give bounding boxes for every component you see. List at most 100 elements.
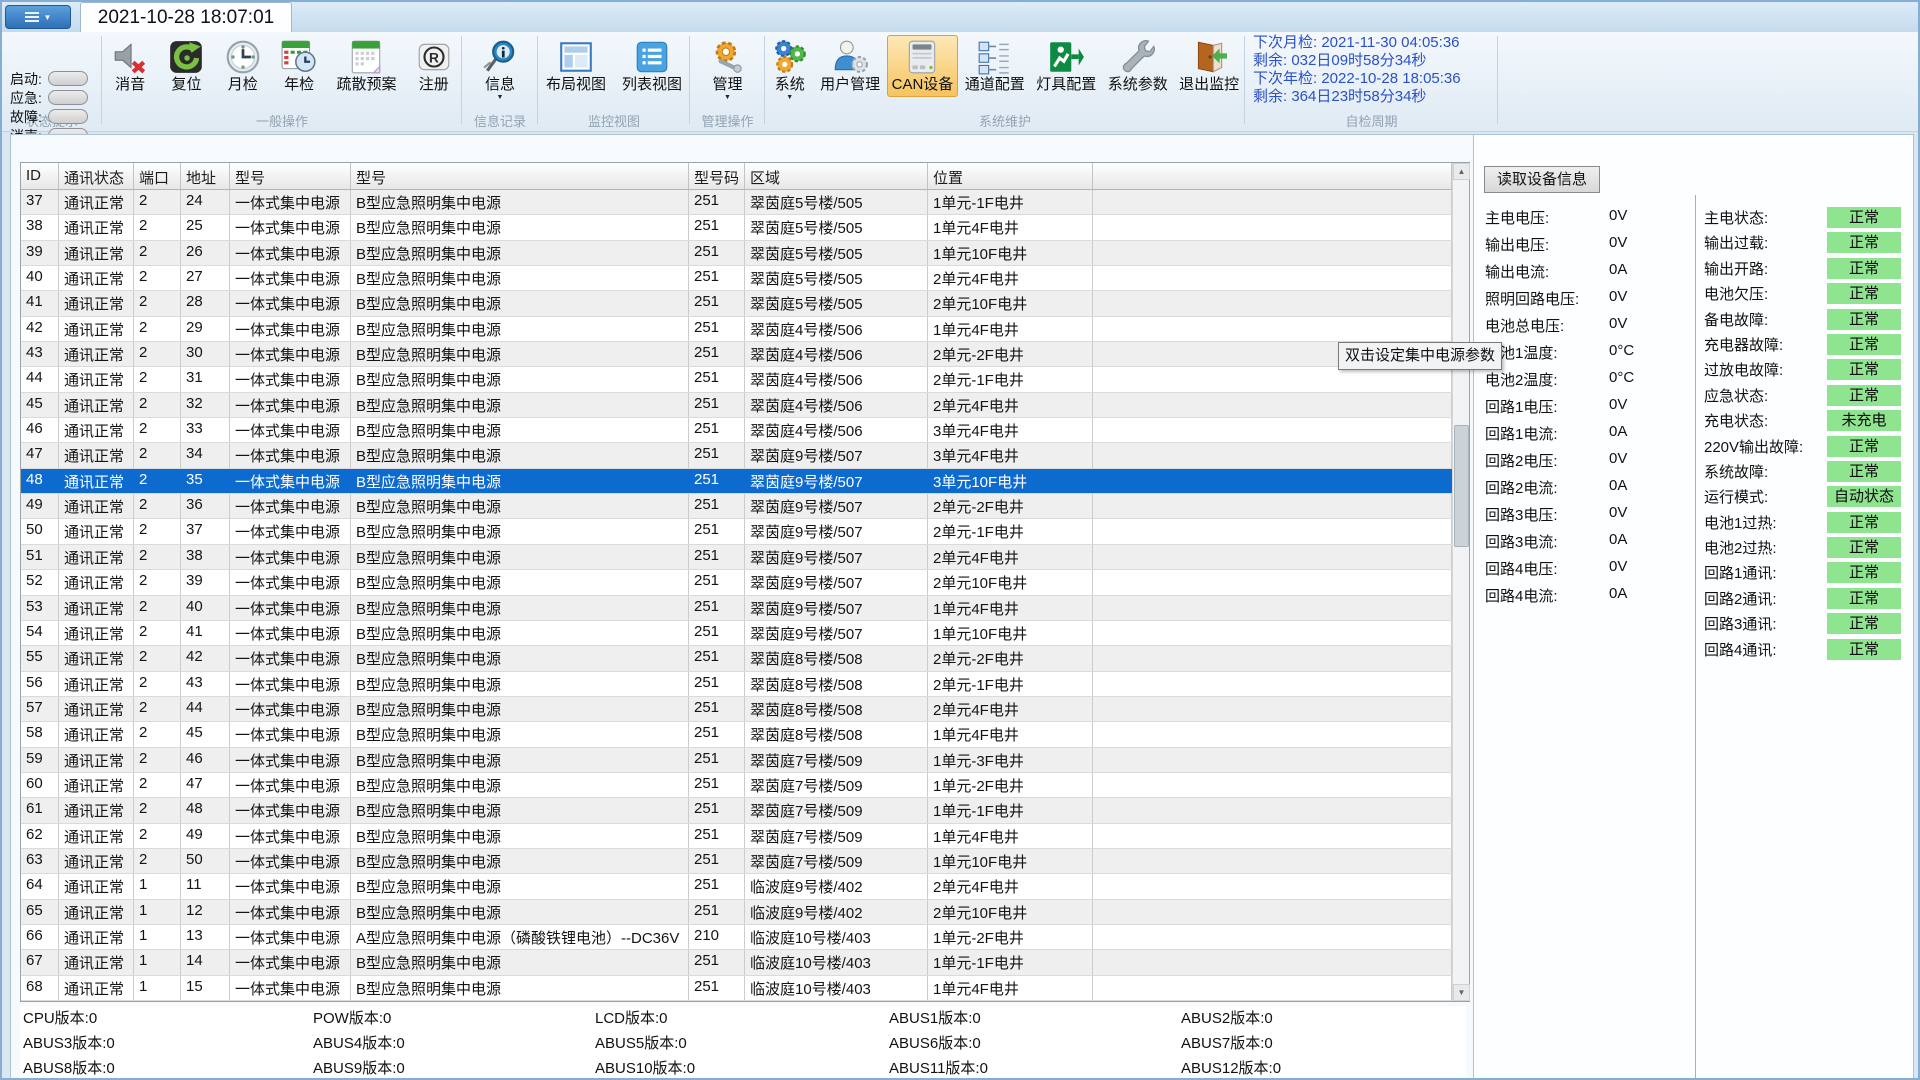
toolbar-button-monthly-check[interactable]: 月检 [219,35,267,97]
metric-value: 0°C [1609,369,1634,396]
cell: 临波庭10号楼/403 [745,976,928,1000]
table-row[interactable]: 45通讯正常232一体式集中电源B型应急照明集中电源251翠茵庭4号楼/5062… [21,393,1452,418]
vertical-scrollbar[interactable]: ▲ ▼ [1452,163,1469,1001]
toolbar-button-evacuation-plan[interactable]: 疏散预案 [331,35,401,97]
table-row[interactable]: 47通讯正常234一体式集中电源B型应急照明集中电源251翠茵庭9号楼/5073… [21,443,1452,468]
table-row[interactable]: 44通讯正常231一体式集中电源B型应急照明集中电源251翠茵庭4号楼/5062… [21,367,1452,392]
cell: 一体式集中电源 [230,596,351,620]
toolbar-button-mute[interactable]: 消音 [106,35,154,97]
cell: 通讯正常 [59,291,134,315]
table-row[interactable]: 56通讯正常243一体式集中电源B型应急照明集中电源251翠茵庭8号楼/5082… [21,672,1452,697]
table-row[interactable]: 66通讯正常113一体式集中电源A型应急照明集中电源（磷酸铁锂电池）--DC36… [21,925,1452,950]
table-row[interactable]: 46通讯正常233一体式集中电源B型应急照明集中电源251翠茵庭4号楼/5063… [21,418,1452,443]
toolbar-button-channel-config[interactable]: 通道配置 [960,35,1030,97]
table-row[interactable]: 55通讯正常242一体式集中电源B型应急照明集中电源251翠茵庭8号楼/5082… [21,646,1452,671]
cell: 2 [134,545,181,569]
status-badge: 正常 [1827,537,1901,558]
toolbar-button-register[interactable]: R注册 [410,35,458,97]
toolbar-button-label: 信息 [485,76,515,94]
cell: 37 [181,519,230,543]
scroll-down-arrow-icon[interactable]: ▼ [1453,984,1470,1001]
cell: 2 [134,291,181,315]
cell: 45 [181,722,230,746]
table-row[interactable]: 65通讯正常112一体式集中电源B型应急照明集中电源251临波庭9号楼/4022… [21,900,1452,925]
cell: 翠茵庭5号楼/505 [745,215,928,239]
table-row[interactable]: 61通讯正常248一体式集中电源B型应急照明集中电源251翠茵庭7号楼/5091… [21,798,1452,823]
toolbar-button-manage[interactable]: 管理▼ [704,35,752,105]
toolbar-button-list-view[interactable]: 列表视图 [617,35,687,97]
toolbar-button-label: 通道配置 [965,76,1025,94]
cell: 一体式集中电源 [230,190,351,214]
table-row[interactable]: 39通讯正常226一体式集中电源B型应急照明集中电源251翠茵庭5号楼/5051… [21,241,1452,266]
metric-row: 回路3电流:0A [1485,531,1690,558]
toolbar-button-user-manage[interactable]: 用户管理 [815,35,885,97]
table-row[interactable]: 41通讯正常228一体式集中电源B型应急照明集中电源251翠茵庭5号楼/5052… [21,291,1452,316]
toolbar-button-label: 复位 [171,76,201,94]
cell: 65 [21,900,59,924]
scrollbar-thumb[interactable] [1454,425,1469,547]
cell: B型应急照明集中电源 [351,976,689,1000]
toolbar-button-can-device[interactable]: CAN设备 [887,35,959,97]
table-row[interactable]: 50通讯正常237一体式集中电源B型应急照明集中电源251翠茵庭9号楼/5072… [21,519,1452,544]
metric-row: 主电电压:0V [1485,207,1690,234]
toolbar-button-layout-view[interactable]: 布局视图 [541,35,611,97]
group-label: 一般操作 [102,111,462,130]
table-row[interactable]: 53通讯正常240一体式集中电源B型应急照明集中电源251翠茵庭9号楼/5071… [21,596,1452,621]
cell: 2 [134,621,181,645]
table-row[interactable]: 54通讯正常241一体式集中电源B型应急照明集中电源251翠茵庭9号楼/5071… [21,621,1452,646]
toolbar-button-info[interactable]: 信息▼ [476,35,524,105]
table-row[interactable]: 49通讯正常236一体式集中电源B型应急照明集中电源251翠茵庭9号楼/5072… [21,494,1452,519]
table-row[interactable]: 43通讯正常230一体式集中电源B型应急照明集中电源251翠茵庭4号楼/5062… [21,342,1452,367]
table-row[interactable]: 68通讯正常115一体式集中电源B型应急照明集中电源251临波庭10号楼/403… [21,976,1452,1001]
cell: 2 [134,443,181,467]
table-row[interactable]: 62通讯正常249一体式集中电源B型应急照明集中电源251翠茵庭7号楼/5091… [21,824,1452,849]
toolbar-button-yearly-check[interactable]: 年检 [275,35,323,97]
cell: 一体式集中电源 [230,519,351,543]
toolbar-button-lamp-config[interactable]: 灯具配置 [1031,35,1101,97]
cell: 2单元4F电井 [928,874,1093,898]
app-menu-button[interactable]: ▼ [5,5,71,29]
window-title-tab[interactable]: 2021-10-28 18:07:01 [80,2,292,32]
table-row[interactable]: 67通讯正常114一体式集中电源B型应急照明集中电源251临波庭10号楼/403… [21,950,1452,975]
table-row[interactable]: 57通讯正常244一体式集中电源B型应急照明集中电源251翠茵庭8号楼/5082… [21,697,1452,722]
cell: 251 [689,418,745,442]
read-device-info-button[interactable]: 读取设备信息 [1484,166,1600,193]
cell: 1单元4F电井 [928,722,1093,746]
exit-monitor-icon [1190,38,1228,76]
cell-filler [1093,570,1452,594]
table-row[interactable]: 51通讯正常238一体式集中电源B型应急照明集中电源251翠茵庭9号楼/5072… [21,545,1452,570]
toolbar-button-system[interactable]: 系统▼ [766,35,814,105]
table-row[interactable]: 38通讯正常225一体式集中电源B型应急照明集中电源251翠茵庭5号楼/5051… [21,215,1452,240]
table-row[interactable]: 48通讯正常235一体式集中电源B型应急照明集中电源251翠茵庭9号楼/5073… [21,469,1452,494]
lamp-config-icon [1047,38,1085,76]
cell: 43 [181,672,230,696]
table-row[interactable]: 59通讯正常246一体式集中电源B型应急照明集中电源251翠茵庭7号楼/5091… [21,748,1452,773]
status-label: 过放电故障: [1704,362,1783,379]
toolbar-button-reset[interactable]: 复位 [162,35,210,97]
table-row[interactable]: 52通讯正常239一体式集中电源B型应急照明集中电源251翠茵庭9号楼/5072… [21,570,1452,595]
table-row[interactable]: 64通讯正常111一体式集中电源B型应急照明集中电源251临波庭9号楼/4022… [21,874,1452,899]
cell: 翠茵庭4号楼/506 [745,342,928,366]
table-row[interactable]: 42通讯正常229一体式集中电源B型应急照明集中电源251翠茵庭4号楼/5061… [21,317,1452,342]
toolbar-button-exit-monitor[interactable]: 退出监控 [1174,35,1244,97]
table-row[interactable]: 60通讯正常247一体式集中电源B型应急照明集中电源251翠茵庭7号楼/5091… [21,773,1452,798]
table-row[interactable]: 37通讯正常224一体式集中电源B型应急照明集中电源251翠茵庭5号楼/5051… [21,190,1452,215]
table-row[interactable]: 40通讯正常227一体式集中电源B型应急照明集中电源251翠茵庭5号楼/5052… [21,266,1452,291]
toolbar-button-label: CAN设备 [892,76,954,94]
layout-view-icon [557,38,595,76]
cell: 2 [134,798,181,822]
cell: 通讯正常 [59,190,134,214]
cell: B型应急照明集中电源 [351,215,689,239]
cell: 46 [21,418,59,442]
group-label: 管理操作 [690,111,765,130]
table-row[interactable]: 58通讯正常245一体式集中电源B型应急照明集中电源251翠茵庭8号楼/5081… [21,722,1452,747]
group-label: 自检周期 [1245,111,1498,130]
table-row[interactable]: 63通讯正常250一体式集中电源B型应急照明集中电源251翠茵庭7号楼/5091… [21,849,1452,874]
cell: 251 [689,342,745,366]
metric-row: 回路1电流:0A [1485,423,1690,450]
scroll-up-arrow-icon[interactable]: ▲ [1453,163,1470,180]
toolbar-button-system-params[interactable]: 系统参数 [1103,35,1173,97]
status-badge: 未充电 [1827,410,1901,431]
cell: 一体式集中电源 [230,342,351,366]
cell: 通讯正常 [59,418,134,442]
